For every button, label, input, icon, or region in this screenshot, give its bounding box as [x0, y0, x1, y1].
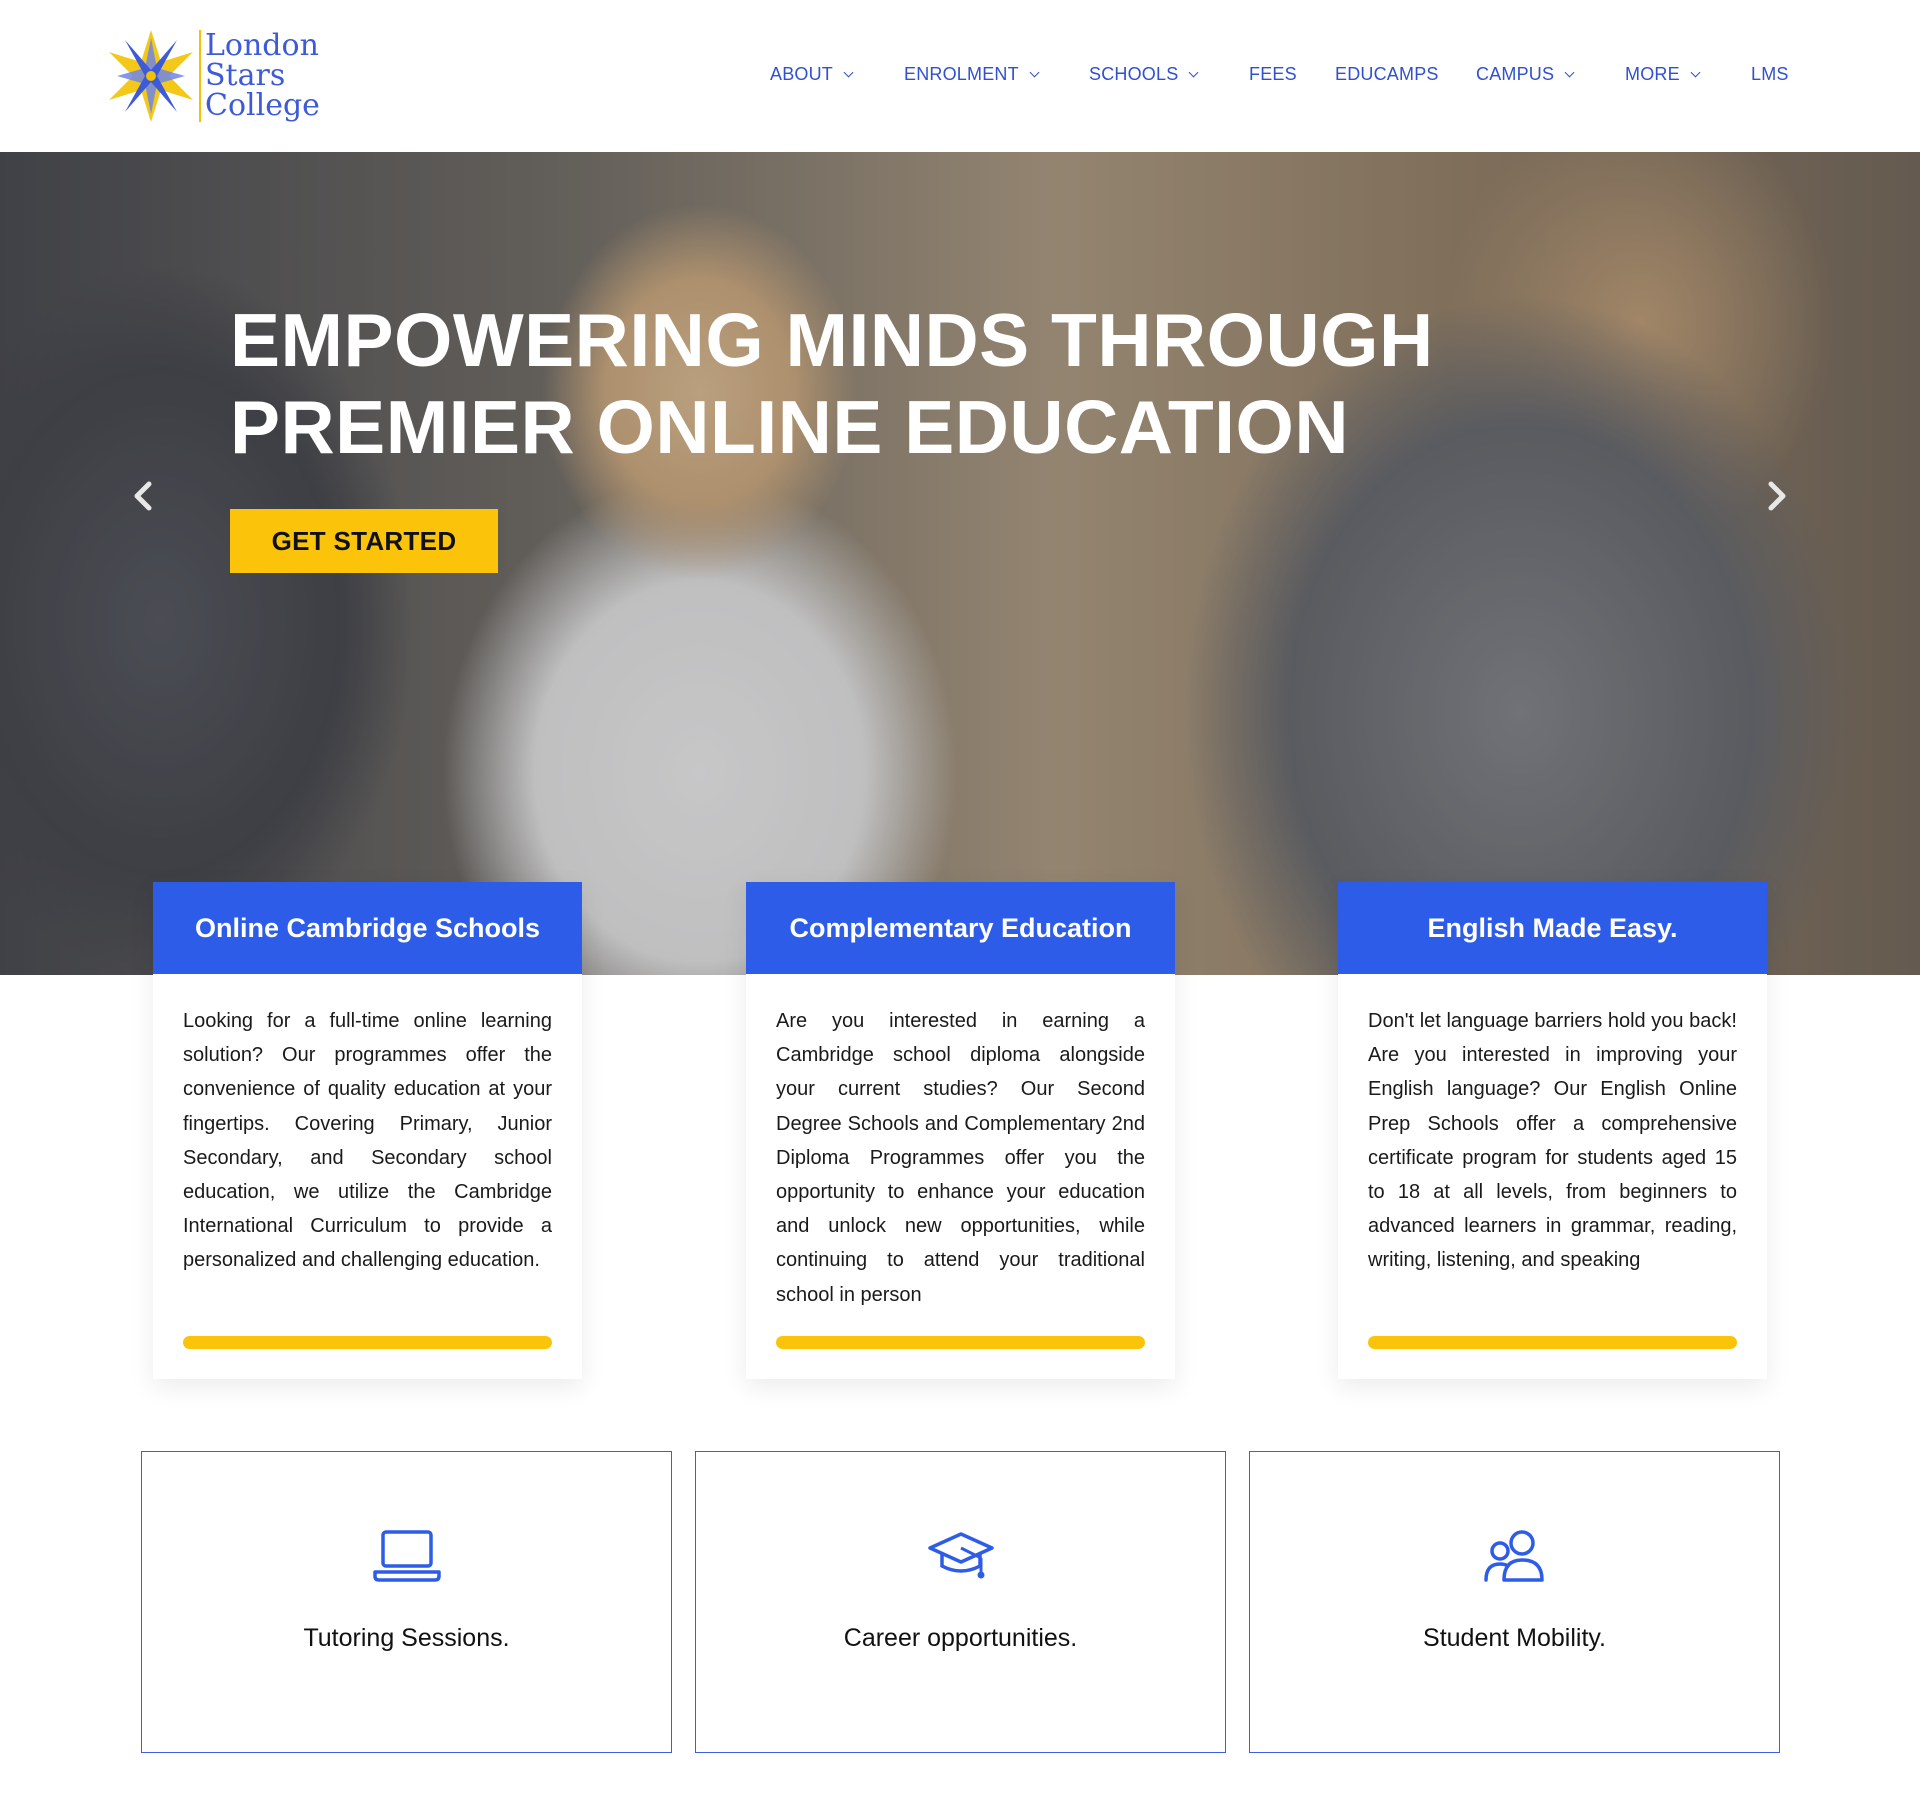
- chevron-down-icon: [843, 67, 854, 77]
- nav-item-label: LMS: [1751, 64, 1789, 84]
- service-mobility[interactable]: Student Mobility.: [1249, 1451, 1780, 1753]
- main-nav: ABOUT ENROLMENT SCHOOLS FEES EDUCAMPS CA…: [0, 64, 1920, 88]
- chevron-down-icon: [1690, 67, 1701, 77]
- chevron-left-icon: [134, 481, 152, 511]
- card-text: Looking for a full-time online learning …: [183, 1010, 552, 1272]
- card-accent-bar: [1368, 1336, 1737, 1349]
- card-title[interactable]: Complementary Education: [746, 882, 1175, 974]
- nav-item-schools[interactable]: SCHOOLS: [1089, 64, 1199, 85]
- nav-item-label: ABOUT: [770, 64, 834, 84]
- feature-card-online-cambridge: Online Cambridge Schools Looking for a f…: [153, 882, 582, 1379]
- service-label: Student Mobility.: [1423, 1624, 1606, 1652]
- nav-item-fees[interactable]: FEES: [1249, 64, 1297, 85]
- nav-item-label: FEES: [1249, 64, 1297, 84]
- hero-title-line-2: PREMIER ONLINE EDUCATION: [230, 385, 1349, 469]
- nav-item-lms[interactable]: LMS: [1751, 64, 1789, 85]
- chevron-down-icon: [1564, 67, 1575, 77]
- hero-slider: EMPOWERING MINDS THROUGH PREMIER ONLINE …: [0, 152, 1920, 975]
- service-tutoring[interactable]: Tutoring Sessions.: [141, 1451, 672, 1753]
- slider-next-button[interactable]: [1756, 476, 1796, 516]
- logo-line-1: London: [205, 28, 319, 63]
- service-career[interactable]: Career opportunities.: [695, 1451, 1226, 1753]
- chevron-down-icon: [1188, 67, 1199, 77]
- nav-item-label: ENROLMENT: [904, 64, 1019, 84]
- feature-card-english: English Made Easy. Don't let language ba…: [1338, 882, 1767, 1379]
- nav-item-label: EDUCAMPS: [1335, 64, 1439, 84]
- nav-item-educamps[interactable]: EDUCAMPS: [1335, 64, 1439, 85]
- logo-line-3: College: [205, 88, 320, 123]
- nav-item-more[interactable]: MORE: [1625, 64, 1701, 85]
- hero-title-line-1: EMPOWERING MINDS THROUGH: [230, 298, 1434, 382]
- hero-title: EMPOWERING MINDS THROUGH PREMIER ONLINE …: [230, 297, 1480, 471]
- card-accent-bar: [776, 1336, 1145, 1349]
- card-title[interactable]: English Made Easy.: [1338, 882, 1767, 974]
- get-started-button[interactable]: GET STARTED: [230, 509, 498, 573]
- nav-item-label: SCHOOLS: [1089, 64, 1179, 84]
- users-icon: [1250, 1528, 1779, 1584]
- card-text: Are you interested in earning a Cambridg…: [776, 1010, 1145, 1306]
- nav-item-about[interactable]: ABOUT: [770, 64, 854, 85]
- card-text: Don't let language barriers hold you bac…: [1368, 1010, 1737, 1272]
- chevron-right-icon: [1768, 481, 1786, 511]
- site-header: London Stars College ABOUT ENROLMENT SCH…: [0, 0, 1920, 152]
- feature-card-complementary: Complementary Education Are you interest…: [746, 882, 1175, 1379]
- service-label: Tutoring Sessions.: [303, 1624, 510, 1652]
- laptop-icon: [142, 1528, 671, 1584]
- nav-item-label: CAMPUS: [1476, 64, 1555, 84]
- graduation-cap-icon: [696, 1528, 1225, 1584]
- card-accent-bar: [183, 1336, 552, 1349]
- card-title[interactable]: Online Cambridge Schools: [153, 882, 582, 974]
- slider-prev-button[interactable]: [124, 476, 164, 516]
- nav-item-label: MORE: [1625, 64, 1680, 84]
- nav-item-enrolment[interactable]: ENROLMENT: [904, 64, 1040, 85]
- service-label: Career opportunities.: [843, 1624, 1078, 1652]
- nav-item-campus[interactable]: CAMPUS: [1476, 64, 1575, 85]
- chevron-down-icon: [1029, 67, 1040, 77]
